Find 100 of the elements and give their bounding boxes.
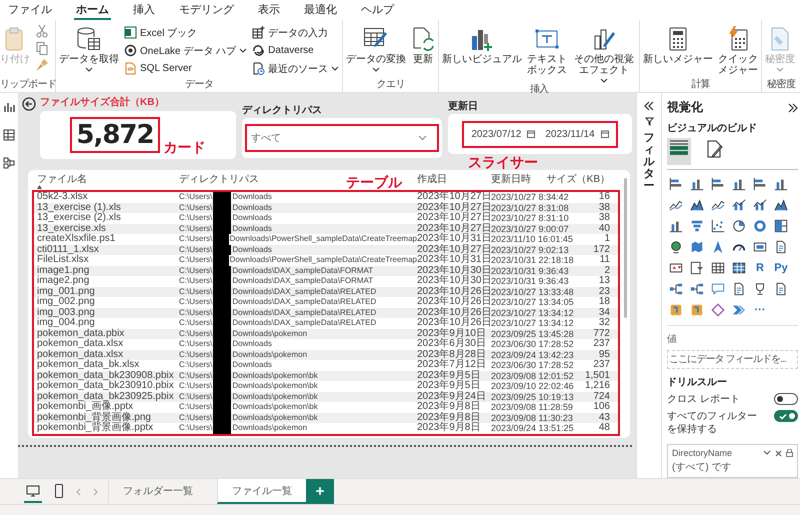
field-well[interactable]: ここにデータ フィールドを... xyxy=(667,350,798,369)
funnel-chart-icon[interactable] xyxy=(690,219,704,233)
get-data-button[interactable]: データを取得 xyxy=(59,22,119,73)
column-header[interactable]: ディレクトリパス xyxy=(179,174,259,190)
diamond-icon[interactable] xyxy=(711,303,725,317)
bar-chart-icon[interactable] xyxy=(669,177,683,191)
card-icon[interactable] xyxy=(753,240,767,254)
filters-pane-label[interactable]: フィルター xyxy=(644,132,654,192)
matrix-icon[interactable] xyxy=(732,261,746,275)
visual-type-button[interactable]: Py xyxy=(772,259,790,277)
combo-chart-icon[interactable] xyxy=(753,198,767,212)
table-cell-text: 2023/09/08 11:30:23 xyxy=(491,412,574,423)
data-source-button[interactable]: Excel ブック xyxy=(124,24,248,41)
redaction-bar xyxy=(213,423,232,434)
table-cell: C:\Users\ xyxy=(179,370,212,381)
add-page-button[interactable]: + xyxy=(306,479,334,504)
data-source-button[interactable]: Dataverse xyxy=(252,42,340,59)
toggle-switch[interactable] xyxy=(774,393,798,405)
table-cell-text: 38 xyxy=(598,202,611,213)
table-cell-text: 38 xyxy=(598,213,611,224)
text-box-button[interactable]: テキストボックス xyxy=(527,22,568,76)
transform-data-button[interactable]: データの変換 xyxy=(346,22,406,73)
column-header[interactable]: ファイル名 xyxy=(37,174,87,190)
table-build-tab[interactable] xyxy=(667,138,691,165)
report-view-icon[interactable] xyxy=(3,101,15,113)
date-field[interactable]: 2023/07/12 xyxy=(468,128,538,140)
chevron-down-icon[interactable] xyxy=(763,450,771,456)
close-icon[interactable] xyxy=(775,450,782,456)
combo-chart-icon[interactable] xyxy=(732,198,746,212)
data-source-button[interactable]: 最近のソース xyxy=(252,60,340,77)
more-visuals-button[interactable]: その他の視覚エフェクト xyxy=(572,22,636,84)
dropdown-field[interactable]: すべて xyxy=(245,124,439,152)
annotation-label: カード xyxy=(164,139,206,157)
tree-icon[interactable] xyxy=(669,282,683,296)
caret-icon xyxy=(776,67,784,73)
globe-icon[interactable] xyxy=(669,240,683,254)
data-source-button[interactable]: OneLake データ ハブ xyxy=(124,42,248,59)
kpi-icon[interactable] xyxy=(669,261,683,275)
new-visual-button[interactable]: 新しいビジュアル xyxy=(442,22,522,65)
table-cell: C:\Users\ xyxy=(179,339,212,350)
ribbon-tab[interactable]: モデリング xyxy=(177,0,236,20)
document-icon[interactable] xyxy=(774,240,788,254)
filter-field: DirectoryName xyxy=(672,448,759,458)
column-header[interactable]: サイズ（KB） xyxy=(546,174,610,190)
date-field[interactable]: 2023/11/14 xyxy=(542,128,612,140)
scatter-chart-icon[interactable] xyxy=(711,219,725,233)
data-source-button[interactable]: データの入力 xyxy=(252,24,340,41)
document-icon[interactable] xyxy=(732,282,746,296)
area-chart-icon[interactable] xyxy=(774,198,788,212)
toggle-switch[interactable] xyxy=(774,410,798,422)
table-cell: C:\Users\ xyxy=(179,328,212,339)
table-icon[interactable] xyxy=(711,261,725,275)
table-view-icon[interactable] xyxy=(3,129,15,141)
refresh-button[interactable]: 更新 xyxy=(411,22,436,65)
copy-icon[interactable] xyxy=(35,41,49,55)
data-source-button[interactable]: SQL Server xyxy=(124,60,248,77)
bar-chart-icon[interactable] xyxy=(753,177,767,191)
ribbon-tab[interactable]: 最適化 xyxy=(302,0,339,20)
column-chart-icon[interactable] xyxy=(774,177,788,191)
brush-icon[interactable] xyxy=(35,58,49,72)
model-view-icon[interactable] xyxy=(3,157,15,169)
double-chevron-right-icon[interactable] xyxy=(788,102,798,112)
page-tab[interactable]: ファイル一覧 xyxy=(217,479,306,504)
speech-bubble-icon[interactable] xyxy=(711,282,725,296)
column-header[interactable]: 作成日 xyxy=(417,174,447,190)
double-chevron-left-icon[interactable] xyxy=(644,101,654,111)
map-icon[interactable] xyxy=(690,240,704,254)
donut-chart-icon[interactable] xyxy=(753,219,767,233)
table-cell-text: 2023年9月8日 xyxy=(417,423,482,434)
bar-chart-icon[interactable] xyxy=(711,177,725,191)
lock-icon[interactable] xyxy=(786,449,793,457)
calculator-icon xyxy=(667,26,690,52)
treemap-icon[interactable] xyxy=(774,219,788,233)
ribbon-tab[interactable]: 表示 xyxy=(256,0,282,20)
chevron-icon[interactable] xyxy=(732,303,746,317)
column-header[interactable]: 更新日時 xyxy=(491,174,531,190)
ribbon-tab[interactable]: 挿入 xyxy=(131,0,157,20)
area-chart-icon[interactable] xyxy=(690,198,704,212)
scissors-icon[interactable] xyxy=(35,24,49,38)
column-chart-icon[interactable] xyxy=(690,177,704,191)
quick-measure-button[interactable]: クイックメジャー xyxy=(718,22,758,76)
column-chart-icon[interactable] xyxy=(732,177,746,191)
tree-icon[interactable] xyxy=(690,282,704,296)
arrow-icon[interactable] xyxy=(711,240,725,254)
document-icon[interactable] xyxy=(774,282,788,296)
pie-chart-icon[interactable] xyxy=(732,219,746,233)
ribbon-tab[interactable]: ヘルプ xyxy=(359,0,396,20)
visual-type-button[interactable]: ··· xyxy=(751,301,769,319)
scrollbar[interactable] xyxy=(624,178,627,318)
line-chart-icon[interactable] xyxy=(711,198,725,212)
column-chart-icon[interactable] xyxy=(669,219,683,233)
group-label: 計算 xyxy=(690,79,712,92)
slicer-icon[interactable] xyxy=(690,261,704,275)
app-tile-icon[interactable] xyxy=(669,303,683,317)
app-tile-icon[interactable] xyxy=(690,303,704,317)
new-measure-button[interactable]: 新しいメジャー xyxy=(643,22,714,65)
line-chart-icon[interactable] xyxy=(669,198,683,212)
ribbon-tab[interactable]: ファイル xyxy=(6,0,54,20)
filter-card[interactable]: DirectoryName (すべて) です xyxy=(667,444,798,478)
visual-type-button[interactable]: R xyxy=(751,259,769,277)
